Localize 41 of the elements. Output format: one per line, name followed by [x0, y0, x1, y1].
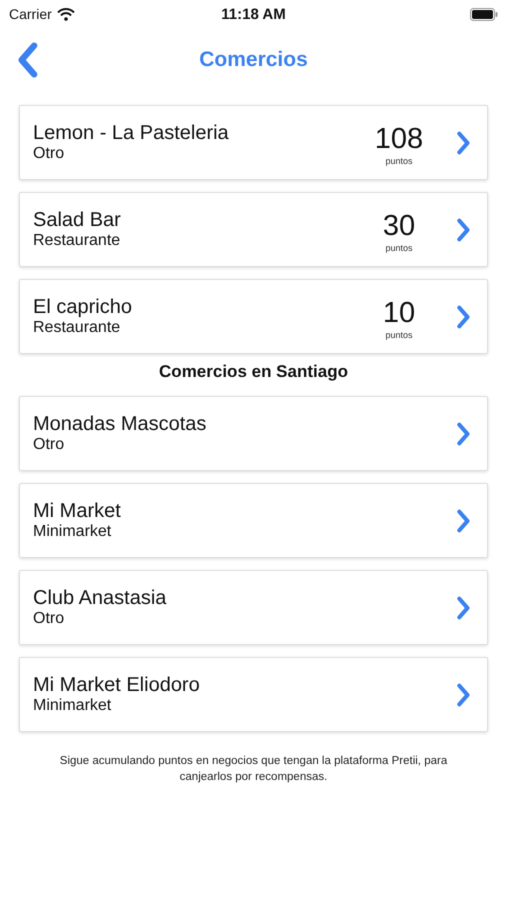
chevron-right-icon — [457, 596, 471, 620]
chevron-right-icon — [457, 130, 471, 154]
merchant-card[interactable]: Mi Market Minimarket — [19, 483, 488, 558]
chevron-right-icon — [457, 682, 471, 706]
carrier-label: Carrier — [9, 6, 52, 22]
chevron-right-icon — [457, 304, 471, 328]
chevron-right-icon — [457, 422, 471, 446]
merchant-card[interactable]: Monadas Mascotas Otro — [19, 396, 488, 471]
merchant-category: Minimarket — [33, 523, 112, 541]
merchant-category: Otro — [33, 610, 66, 628]
merchant-name: Mi Market — [33, 500, 122, 523]
points-label: puntos — [385, 243, 413, 253]
merchant-name: Club Anastasia — [33, 587, 168, 610]
points-label: puntos — [385, 330, 413, 340]
chevron-right-icon — [457, 218, 471, 242]
merchant-card[interactable]: Salad Bar Restaurante 30 puntos — [19, 192, 488, 267]
merchant-name: Lemon - La Pasteleria — [33, 122, 230, 145]
battery-icon — [470, 8, 498, 20]
merchant-category: Minimarket — [33, 697, 112, 715]
merchant-category: Otro — [33, 436, 66, 454]
merchant-card[interactable]: Lemon - La Pasteleria Otro 108 puntos — [19, 105, 488, 180]
merchant-name: Monadas Mascotas — [33, 413, 208, 436]
merchant-card[interactable]: Club Anastasia Otro — [19, 570, 488, 645]
points-label: puntos — [385, 156, 413, 166]
points-value: 10 — [382, 299, 416, 328]
merchant-name: El capricho — [33, 296, 133, 319]
footer-text: Sigue acumulando puntos en negocios que tengan la plataforma Pretii, para canjearlos por recompensas. — [58, 754, 448, 785]
nav-title: Comercios — [199, 48, 308, 72]
merchant-name: Mi Market Eliodoro — [33, 674, 201, 697]
merchant-name: Salad Bar — [33, 209, 122, 232]
status-time: 11:18 AM — [221, 6, 286, 22]
chevron-right-icon — [457, 508, 471, 532]
points-value: 30 — [382, 212, 416, 241]
wifi-icon — [56, 8, 75, 20]
merchant-card[interactable]: Mi Market Eliodoro Minimarket — [19, 657, 488, 732]
section-title: Comercios en Santiago — [158, 361, 349, 383]
merchant-card[interactable]: El capricho Restaurante 10 puntos — [19, 279, 488, 354]
points-value: 108 — [374, 125, 424, 154]
merchant-category: Otro — [33, 145, 66, 163]
merchant-category: Restaurante — [33, 232, 122, 250]
merchant-category: Restaurante — [33, 319, 122, 337]
